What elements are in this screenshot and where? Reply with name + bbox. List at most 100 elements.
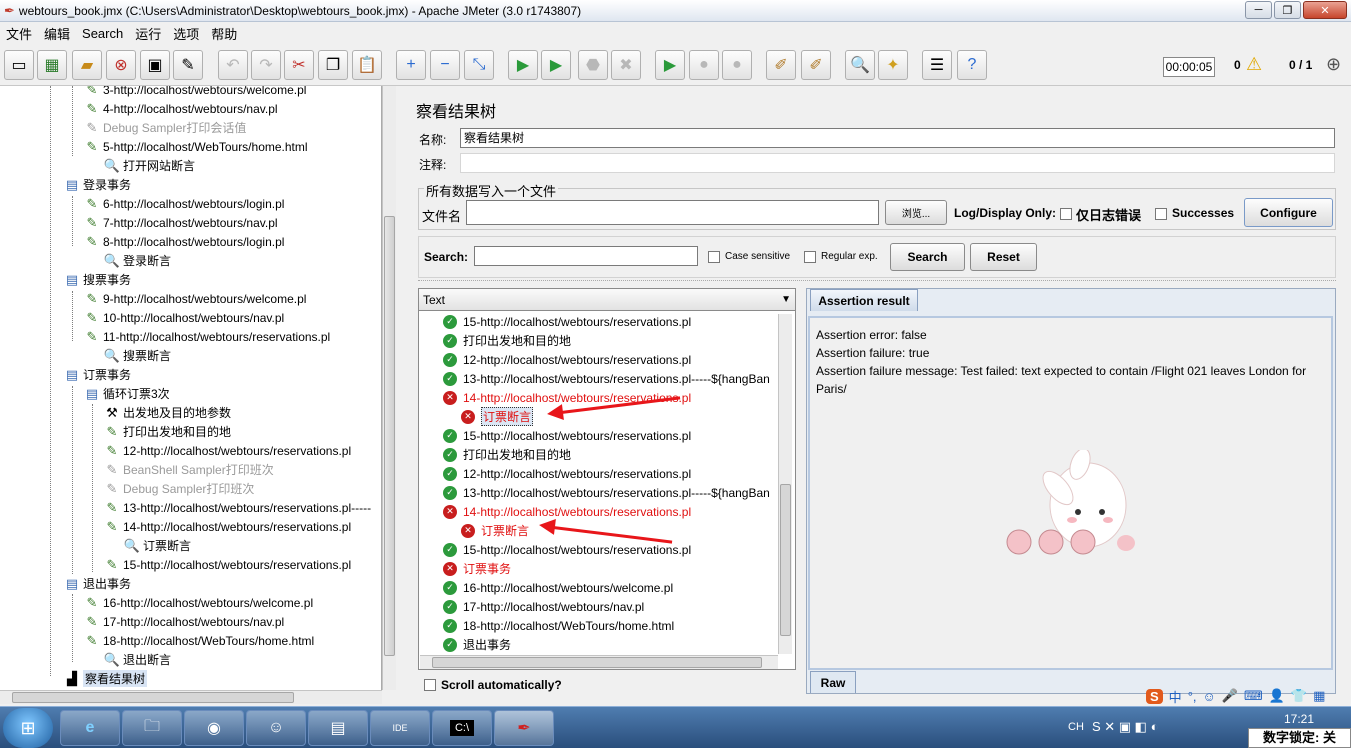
- new-icon[interactable]: ▭: [4, 50, 34, 80]
- result-row[interactable]: ✓ 13-http://localhost/webtours/reservatio…: [443, 483, 770, 502]
- tab-assertion-result[interactable]: Assertion result: [810, 289, 918, 311]
- open-icon[interactable]: ▰: [72, 50, 102, 80]
- eclipse-icon[interactable]: IDE: [370, 710, 430, 746]
- tree-node[interactable]: ▤ 循环订票3次: [84, 384, 170, 403]
- tree-node[interactable]: ▟ 察看结果树: [64, 669, 148, 688]
- skin-icon[interactable]: 👕: [1291, 688, 1307, 704]
- menu-search[interactable]: Search: [82, 26, 123, 41]
- successes-checkbox[interactable]: [1155, 208, 1167, 220]
- jmeter-icon[interactable]: ✒: [494, 710, 554, 746]
- result-vertical-scrollbar[interactable]: [778, 314, 792, 654]
- help-icon[interactable]: ?: [957, 50, 987, 80]
- tree-horizontal-scrollbar[interactable]: [0, 690, 382, 704]
- chevron-down-icon[interactable]: ▼: [781, 289, 791, 311]
- language-indicator[interactable]: CH: [1068, 721, 1084, 733]
- tree-node[interactable]: ▤ 搜票事务: [64, 270, 131, 289]
- errors-only-checkbox[interactable]: [1060, 208, 1072, 220]
- tree-node[interactable]: ✎ 15-http://localhost/webtours/reservatio…: [104, 555, 352, 574]
- result-row[interactable]: ✕ 订票事务: [443, 559, 511, 578]
- maximize-button[interactable]: ❐: [1274, 1, 1301, 19]
- tree-node[interactable]: ✎ 13-http://localhost/webtours/reservatio…: [104, 498, 372, 517]
- result-row[interactable]: ✓ 退出事务: [443, 635, 511, 654]
- tree-node[interactable]: ✎ 8-http://localhost/webtours/login.pl: [84, 232, 285, 251]
- tree-node[interactable]: ✎ 10-http://localhost/webtours/nav.pl: [84, 308, 285, 327]
- split-divider[interactable]: [418, 280, 1336, 285]
- remote-start-icon[interactable]: ▶: [655, 50, 685, 80]
- result-row[interactable]: ✓ 18-http://localhost/WebTours/home.html: [443, 616, 674, 635]
- minimize-button[interactable]: ─: [1245, 1, 1272, 19]
- result-row[interactable]: ✓ 12-http://localhost/webtours/reservatio…: [443, 464, 691, 483]
- result-horizontal-scrollbar[interactable]: [420, 655, 778, 669]
- menu-options[interactable]: 选项: [173, 24, 199, 43]
- ime-mode-icon[interactable]: 中: [1169, 687, 1182, 706]
- remote-shutdown-icon[interactable]: ●: [722, 50, 752, 80]
- tree-node[interactable]: 🔍 登录断言: [104, 251, 171, 270]
- tree-node[interactable]: ▤ 登录事务: [64, 175, 131, 194]
- notepad-icon[interactable]: ▤: [308, 710, 368, 746]
- tree-node[interactable]: ✎ 14-http://localhost/webtours/reservatio…: [104, 517, 352, 536]
- search-icon[interactable]: 🔍: [845, 50, 875, 80]
- clear-all-icon[interactable]: ✐: [801, 50, 831, 80]
- regex-checkbox[interactable]: [804, 251, 816, 263]
- chrome-icon[interactable]: ◉: [184, 710, 244, 746]
- result-row[interactable]: ✓ 12-http://localhost/webtours/reservatio…: [443, 350, 691, 369]
- keyboard-icon[interactable]: ⌨: [1244, 688, 1263, 704]
- result-row[interactable]: ✓ 16-http://localhost/webtours/welcome.pl: [443, 578, 673, 597]
- tree-node[interactable]: ✎ 7-http://localhost/webtours/nav.pl: [84, 213, 278, 232]
- tray-icons[interactable]: S ✕ ▣ ◧ ◐: [1092, 719, 1158, 735]
- search-input[interactable]: [474, 246, 698, 266]
- tree-node[interactable]: ✎ 16-http://localhost/webtours/welcome.pl: [84, 593, 314, 612]
- remote-stop-icon[interactable]: ●: [689, 50, 719, 80]
- undo-icon[interactable]: ↶: [218, 50, 248, 80]
- tree-node[interactable]: ✎ 6-http://localhost/webtours/login.pl: [84, 194, 285, 213]
- tree-node[interactable]: ✎ BeanShell Sampler打印班次: [104, 460, 274, 479]
- tree-node[interactable]: ✎ Debug Sampler打印会话值: [84, 118, 247, 137]
- result-row[interactable]: ✓ 17-http://localhost/webtours/nav.pl: [443, 597, 644, 616]
- result-row[interactable]: ✕ 14-http://localhost/webtours/reservatio…: [443, 388, 691, 407]
- reset-search-icon[interactable]: ✦: [878, 50, 908, 80]
- stop-icon[interactable]: ⬣: [578, 50, 608, 80]
- close-button[interactable]: ✕: [1303, 1, 1347, 19]
- shutdown-icon[interactable]: ✖: [611, 50, 641, 80]
- filename-input[interactable]: [466, 200, 879, 225]
- cmd-icon[interactable]: C:\: [432, 710, 492, 746]
- clear-icon[interactable]: ✐: [766, 50, 796, 80]
- search-button[interactable]: Search: [890, 243, 965, 271]
- face-app-icon[interactable]: ☺: [246, 710, 306, 746]
- result-row[interactable]: ✓ 15-http://localhost/webtours/reservatio…: [443, 426, 691, 445]
- tree-node[interactable]: 🔍 订票断言: [124, 536, 191, 555]
- save-icon[interactable]: ▣: [140, 50, 170, 80]
- tree-node[interactable]: ✎ Debug Sampler打印班次: [104, 479, 255, 498]
- menu-file[interactable]: 文件: [6, 24, 32, 43]
- browse-button[interactable]: 浏览...: [885, 200, 947, 225]
- reset-button[interactable]: Reset: [970, 243, 1037, 271]
- save-as-icon[interactable]: ✎: [173, 50, 203, 80]
- start-button[interactable]: ⊞: [3, 708, 53, 748]
- result-row[interactable]: ✓ 打印出发地和目的地: [443, 445, 571, 464]
- tree-node[interactable]: ⚒ 出发地及目的地参数: [104, 403, 231, 422]
- tree-node[interactable]: ✎ 打印出发地和目的地: [104, 422, 231, 441]
- render-select[interactable]: Text ▼: [419, 289, 795, 311]
- tree-node[interactable]: ✎ 17-http://localhost/webtours/nav.pl: [84, 612, 285, 631]
- comment-input[interactable]: [460, 153, 1335, 173]
- configure-button[interactable]: Configure: [1244, 198, 1333, 227]
- result-row[interactable]: ✓ 15-http://localhost/webtours/reservatio…: [443, 540, 691, 559]
- name-input[interactable]: 察看结果树: [460, 128, 1335, 148]
- result-row[interactable]: ✓ 13-http://localhost/webtours/reservatio…: [443, 369, 770, 388]
- close-file-icon[interactable]: ⊗: [106, 50, 136, 80]
- tree-node[interactable]: 🔍 搜票断言: [104, 346, 171, 365]
- tree-node[interactable]: ✎ 9-http://localhost/webtours/welcome.pl: [84, 289, 307, 308]
- sogou-icon[interactable]: S: [1146, 688, 1163, 704]
- result-row[interactable]: ✓ 打印出发地和目的地: [443, 331, 571, 350]
- punct-icon[interactable]: °,: [1188, 689, 1197, 704]
- emoji-icon[interactable]: ☺: [1203, 689, 1216, 704]
- result-row[interactable]: ✓ 15-http://localhost/webtours/reservatio…: [443, 312, 691, 331]
- scroll-auto-checkbox[interactable]: [424, 679, 436, 691]
- tree-node[interactable]: ✎ 4-http://localhost/webtours/nav.pl: [84, 99, 278, 118]
- case-sensitive-checkbox[interactable]: [708, 251, 720, 263]
- explorer-icon[interactable]: 🗀: [122, 710, 182, 746]
- remote-globe-icon[interactable]: ⊕: [1326, 54, 1341, 75]
- result-row[interactable]: ✕ 14-http://localhost/webtours/reservatio…: [443, 502, 691, 521]
- tab-raw[interactable]: Raw: [810, 671, 856, 693]
- clock[interactable]: 17:21: [1284, 712, 1314, 726]
